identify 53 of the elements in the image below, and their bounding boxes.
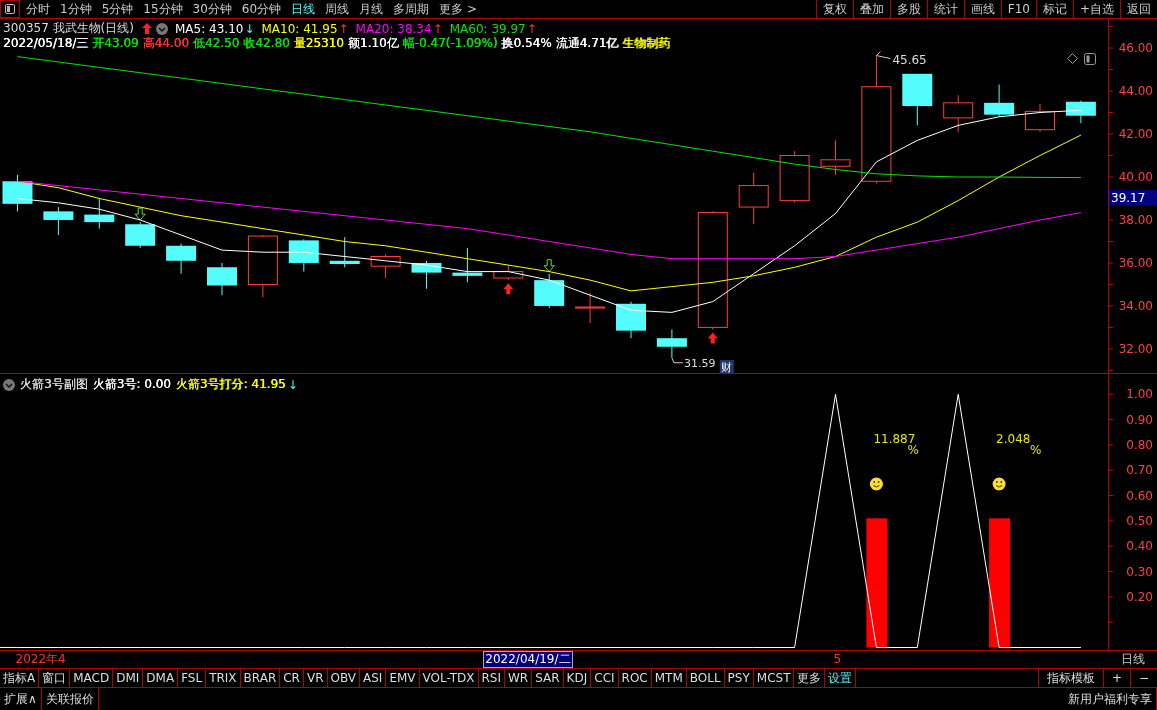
quote-value: 量25310: [293, 35, 344, 52]
indicator-score: 火箭3号打分: 41.95: [175, 376, 286, 393]
axis-label: 0.50: [1126, 513, 1153, 528]
quote-value: 生物制药: [622, 35, 671, 52]
quote-value: 收42.80: [243, 35, 290, 52]
indicator-value: 火箭3号: 0.00: [92, 376, 171, 393]
quote-value: 开43.09: [92, 35, 139, 52]
axis-label: 46.00: [1118, 41, 1153, 55]
quote-value: 幅-0.47(-1.09%): [402, 35, 498, 52]
axis-label: 0.70: [1126, 463, 1153, 478]
percent-sign: %: [907, 443, 919, 457]
percent-sign: %: [1030, 443, 1042, 457]
trend-arrow: ↓: [287, 377, 298, 392]
axis-label: 0.90: [1126, 412, 1153, 427]
ma-value: MA5: 43.10: [175, 21, 244, 36]
date-label: 5: [833, 652, 842, 667]
axis-label: 42.00: [1118, 127, 1153, 141]
low-price-label: 31.59: [683, 356, 716, 370]
trend-arrow: ↑: [338, 21, 349, 36]
quote-value: 低42.50: [192, 35, 240, 52]
axis-label: 32.00: [1118, 341, 1153, 356]
axis-label: 1.00: [1126, 387, 1153, 402]
ma-value: MA60: 39.97: [449, 21, 526, 36]
axis-label: 40.00: [1118, 170, 1153, 184]
axis-label: 44.00: [1118, 84, 1153, 98]
trend-arrow: ↑: [432, 21, 443, 36]
quote-value: 换0.54%: [501, 35, 552, 52]
axis-label: 0.80: [1126, 437, 1153, 452]
axis-label: 36.00: [1118, 255, 1153, 270]
axis-label: 0.60: [1126, 488, 1153, 503]
axis-label: 38.00: [1118, 212, 1153, 227]
axis-label: 0.40: [1126, 539, 1153, 554]
axis-label: 0.20: [1126, 589, 1153, 604]
quote-value: 额1.10亿: [347, 35, 399, 52]
axis-label: 0.30: [1126, 564, 1153, 579]
period-label: 日线: [1120, 651, 1145, 668]
score-label: 2.048: [996, 432, 1031, 446]
trend-arrow: ↓: [244, 21, 255, 36]
cursor-date: 2022/04/19/二: [483, 651, 573, 668]
quote-value: 高44.00: [142, 35, 189, 52]
current-price-label: 39.17: [1109, 189, 1157, 205]
stock-title: 300357 我武生物(日线): [3, 20, 134, 37]
score-label: 11.887: [873, 432, 916, 446]
ma-value: MA20: 38.34: [355, 21, 432, 36]
finance-badge: 财: [719, 360, 734, 373]
trend-arrow: ↑: [526, 21, 537, 36]
axis-label: 34.00: [1118, 298, 1153, 313]
high-price-label: 45.65: [892, 52, 927, 67]
quote-value: 流通4.71亿: [555, 35, 619, 52]
ma-value: MA10: 41.95: [261, 21, 338, 36]
date-label: 2022年4: [15, 652, 66, 667]
indicator-title: 火箭3号副图: [20, 376, 88, 393]
quote-value: 2022/05/18/三: [3, 35, 89, 52]
